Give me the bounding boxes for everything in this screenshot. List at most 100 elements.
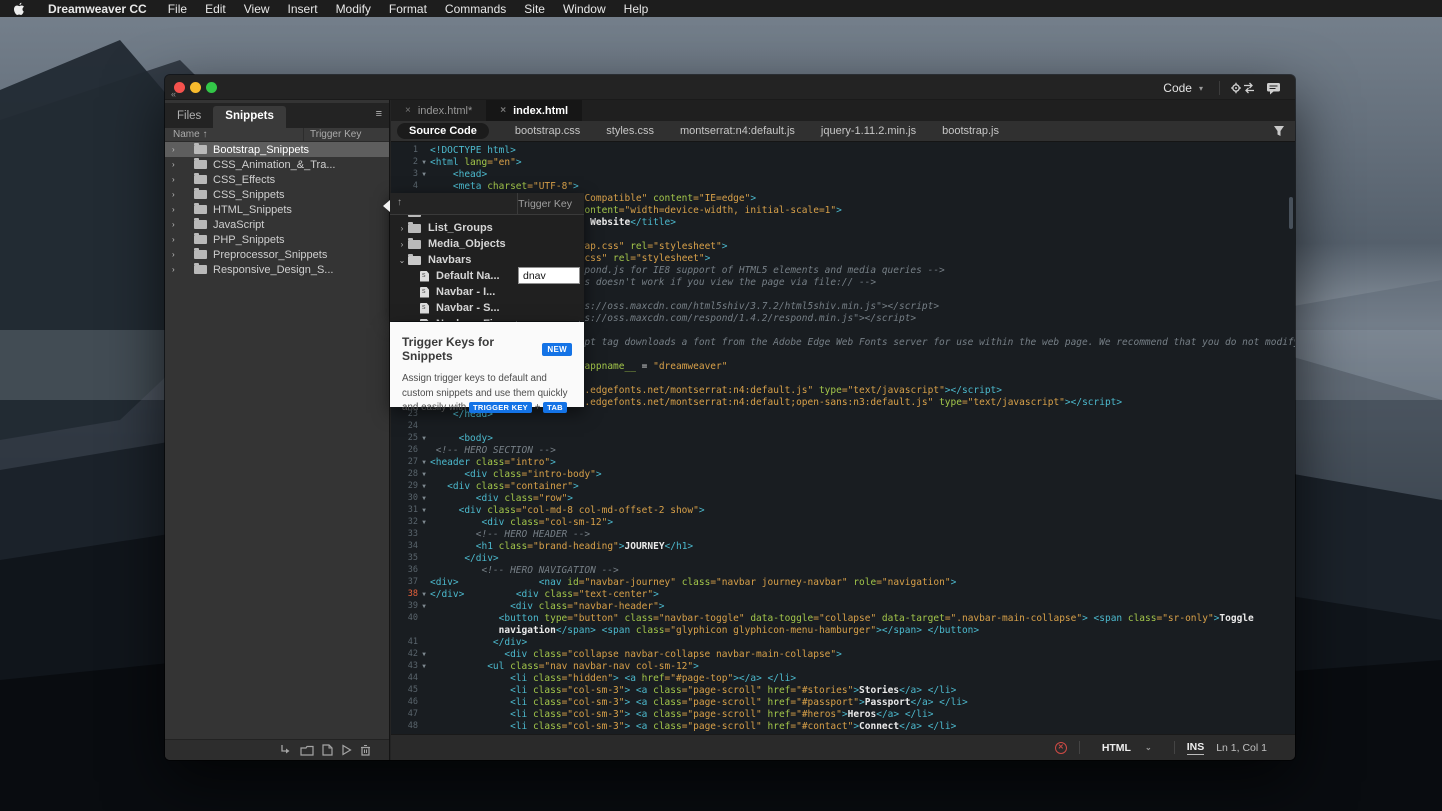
window-titlebar[interactable]: Code ▾ bbox=[165, 75, 1295, 100]
code-line[interactable]: 35 </div> bbox=[391, 552, 1295, 564]
close-tab-icon[interactable]: × bbox=[500, 105, 506, 116]
doc-tab-index-html[interactable]: ×index.html bbox=[486, 100, 582, 121]
code-fold-icon[interactable]: ▼ bbox=[418, 519, 430, 526]
related-file-jquery-1-11-2-min-js[interactable]: jquery-1.11.2.min.js bbox=[821, 125, 916, 137]
filter-icon[interactable] bbox=[1273, 125, 1285, 137]
close-tab-icon[interactable]: × bbox=[405, 105, 411, 116]
code-line[interactable]: 29▼ <div class="container"> bbox=[391, 480, 1295, 492]
apple-icon[interactable] bbox=[13, 2, 25, 16]
related-file-bootstrap-css[interactable]: bootstrap.css bbox=[515, 125, 580, 137]
doc-type-dropdown[interactable]: HTML ⌄ bbox=[1092, 742, 1162, 754]
code-fold-icon[interactable]: ▼ bbox=[418, 651, 430, 658]
code-line[interactable]: 45 <li class="col-sm-3"> <a class="page-… bbox=[391, 684, 1295, 696]
menu-item-format[interactable]: Format bbox=[380, 2, 436, 16]
code-line[interactable]: 36 <!-- HERO NAVIGATION --> bbox=[391, 564, 1295, 576]
code-fold-icon[interactable]: ▼ bbox=[418, 495, 430, 502]
related-file-bootstrap-js[interactable]: bootstrap.js bbox=[942, 125, 999, 137]
scroll-up-icon[interactable]: ↑ bbox=[397, 197, 402, 208]
menu-item-view[interactable]: View bbox=[235, 2, 279, 16]
code-line[interactable]: 39▼ <div class="navbar-header"> bbox=[391, 600, 1295, 612]
chevron-right-icon[interactable]: › bbox=[172, 220, 182, 229]
flyout-item-media-objects[interactable]: ›Media_Objects bbox=[390, 236, 584, 252]
new-snippet-icon[interactable] bbox=[322, 744, 333, 756]
tree-item-css-effects[interactable]: ›CSS_Effects bbox=[165, 172, 389, 187]
new-folder-icon[interactable] bbox=[300, 745, 314, 756]
code-scrollbar[interactable] bbox=[1289, 197, 1293, 229]
code-fold-icon[interactable]: ▼ bbox=[418, 507, 430, 514]
lint-error-icon[interactable]: ✕ bbox=[1055, 742, 1067, 754]
related-file-montserrat-n4-default-js[interactable]: montserrat:n4:default.js bbox=[680, 125, 795, 137]
tree-item-javascript[interactable]: ›JavaScript bbox=[165, 217, 389, 232]
related-file-styles-css[interactable]: styles.css bbox=[606, 125, 654, 137]
code-line[interactable]: 34 <h1 class="brand-heading">JOURNEY</h1… bbox=[391, 540, 1295, 552]
code-line[interactable]: navigation</span> <span class="glyphicon… bbox=[391, 624, 1295, 636]
menu-item-site[interactable]: Site bbox=[515, 2, 554, 16]
edit-snippet-icon[interactable] bbox=[341, 744, 352, 756]
zoom-window-button[interactable] bbox=[206, 82, 217, 93]
view-mode-dropdown[interactable]: Code ▾ bbox=[1157, 79, 1209, 97]
code-fold-icon[interactable]: ▼ bbox=[418, 459, 430, 466]
code-line[interactable]: 26 <!-- HERO SECTION --> bbox=[391, 444, 1295, 456]
chevron-right-icon[interactable]: › bbox=[172, 265, 182, 274]
chevron-right-icon[interactable]: › bbox=[396, 240, 408, 249]
minimize-window-button[interactable] bbox=[190, 82, 201, 93]
code-line[interactable]: 37<div> <nav id="navbar-journey" class="… bbox=[391, 576, 1295, 588]
code-line[interactable]: 3▼ <head> bbox=[391, 168, 1295, 180]
doc-tab-index-html-[interactable]: ×index.html* bbox=[391, 100, 486, 121]
panel-tab-files[interactable]: Files bbox=[165, 106, 213, 128]
code-line[interactable]: 41 </div> bbox=[391, 636, 1295, 648]
menu-item-window[interactable]: Window bbox=[554, 2, 615, 16]
code-line[interactable]: 31▼ <div class="col-md-8 col-md-offset-2… bbox=[391, 504, 1295, 516]
code-line[interactable]: 1<!DOCTYPE html> bbox=[391, 144, 1295, 156]
tree-item-php-snippets[interactable]: ›PHP_Snippets bbox=[165, 232, 389, 247]
code-line[interactable]: 42▼ <div class="collapse navbar-collapse… bbox=[391, 648, 1295, 660]
code-line[interactable]: 2▼<html lang="en"> bbox=[391, 156, 1295, 168]
code-fold-icon[interactable]: ▼ bbox=[418, 591, 430, 598]
chevron-right-icon[interactable]: › bbox=[172, 175, 182, 184]
panel-tab-snippets[interactable]: Snippets bbox=[213, 106, 286, 128]
code-line[interactable]: 30▼ <div class="row"> bbox=[391, 492, 1295, 504]
chevron-down-icon[interactable]: ⌄ bbox=[396, 256, 408, 265]
code-line[interactable]: 4 <meta charset="UTF-8"> bbox=[391, 180, 1295, 192]
code-fold-icon[interactable]: ▼ bbox=[418, 435, 430, 442]
insert-icon[interactable] bbox=[279, 744, 292, 756]
flyout-item-list-groups[interactable]: ›List_Groups bbox=[390, 220, 584, 236]
chevron-right-icon[interactable]: › bbox=[172, 145, 182, 154]
code-fold-icon[interactable]: ▼ bbox=[418, 483, 430, 490]
code-line[interactable]: 27▼<header class="intro"> bbox=[391, 456, 1295, 468]
menu-item-commands[interactable]: Commands bbox=[436, 2, 515, 16]
code-fold-icon[interactable]: ▼ bbox=[418, 171, 430, 178]
chevron-right-icon[interactable]: › bbox=[396, 224, 408, 233]
code-line[interactable]: 38▼</div> <div class="text-center"> bbox=[391, 588, 1295, 600]
column-trigger-key-header[interactable]: Trigger Key bbox=[310, 129, 361, 140]
flyout-item-navbar-fi-[interactable]: Navbar - Fi... bbox=[390, 316, 584, 321]
comments-icon[interactable] bbox=[1266, 82, 1281, 95]
code-line[interactable]: 24 bbox=[391, 420, 1295, 432]
panel-menu-icon[interactable]: ≡ bbox=[376, 108, 381, 120]
panel-collapse-icon[interactable]: « bbox=[171, 89, 175, 99]
tree-item-responsive-design-s-[interactable]: ›Responsive_Design_S... bbox=[165, 262, 389, 277]
chevron-right-icon[interactable]: › bbox=[172, 235, 182, 244]
code-line[interactable]: 46 <li class="col-sm-3"> <a class="page-… bbox=[391, 696, 1295, 708]
menu-item-edit[interactable]: Edit bbox=[196, 2, 235, 16]
menu-item-dreamweaver-cc[interactable]: Dreamweaver CC bbox=[39, 2, 159, 16]
close-window-button[interactable] bbox=[174, 82, 185, 93]
code-line[interactable]: 32▼ <div class="col-sm-12"> bbox=[391, 516, 1295, 528]
tree-item-bootstrap-snippets[interactable]: ›Bootstrap_Snippets bbox=[165, 142, 389, 157]
chevron-right-icon[interactable]: › bbox=[172, 190, 182, 199]
code-fold-icon[interactable]: ▼ bbox=[418, 159, 430, 166]
code-fold-icon[interactable]: ▼ bbox=[418, 603, 430, 610]
chevron-right-icon[interactable]: › bbox=[172, 160, 182, 169]
menu-item-help[interactable]: Help bbox=[615, 2, 658, 16]
chevron-right-icon[interactable]: › bbox=[172, 205, 182, 214]
code-fold-icon[interactable]: ▼ bbox=[418, 663, 430, 670]
related-file-source-code[interactable]: Source Code bbox=[397, 123, 489, 139]
insert-mode-indicator[interactable]: INS bbox=[1187, 741, 1205, 755]
code-line[interactable]: 33 <!-- HERO HEADER --> bbox=[391, 528, 1295, 540]
code-line[interactable]: 40 <button type="button" class="navbar-t… bbox=[391, 612, 1295, 624]
menu-item-insert[interactable]: Insert bbox=[279, 2, 327, 16]
menu-item-modify[interactable]: Modify bbox=[327, 2, 380, 16]
tree-item-css-animation-tra-[interactable]: ›CSS_Animation_&_Tra... bbox=[165, 157, 389, 172]
tree-item-html-snippets[interactable]: ›HTML_Snippets bbox=[165, 202, 389, 217]
flyout-item-navbar-i-[interactable]: Navbar - I... bbox=[390, 284, 584, 300]
